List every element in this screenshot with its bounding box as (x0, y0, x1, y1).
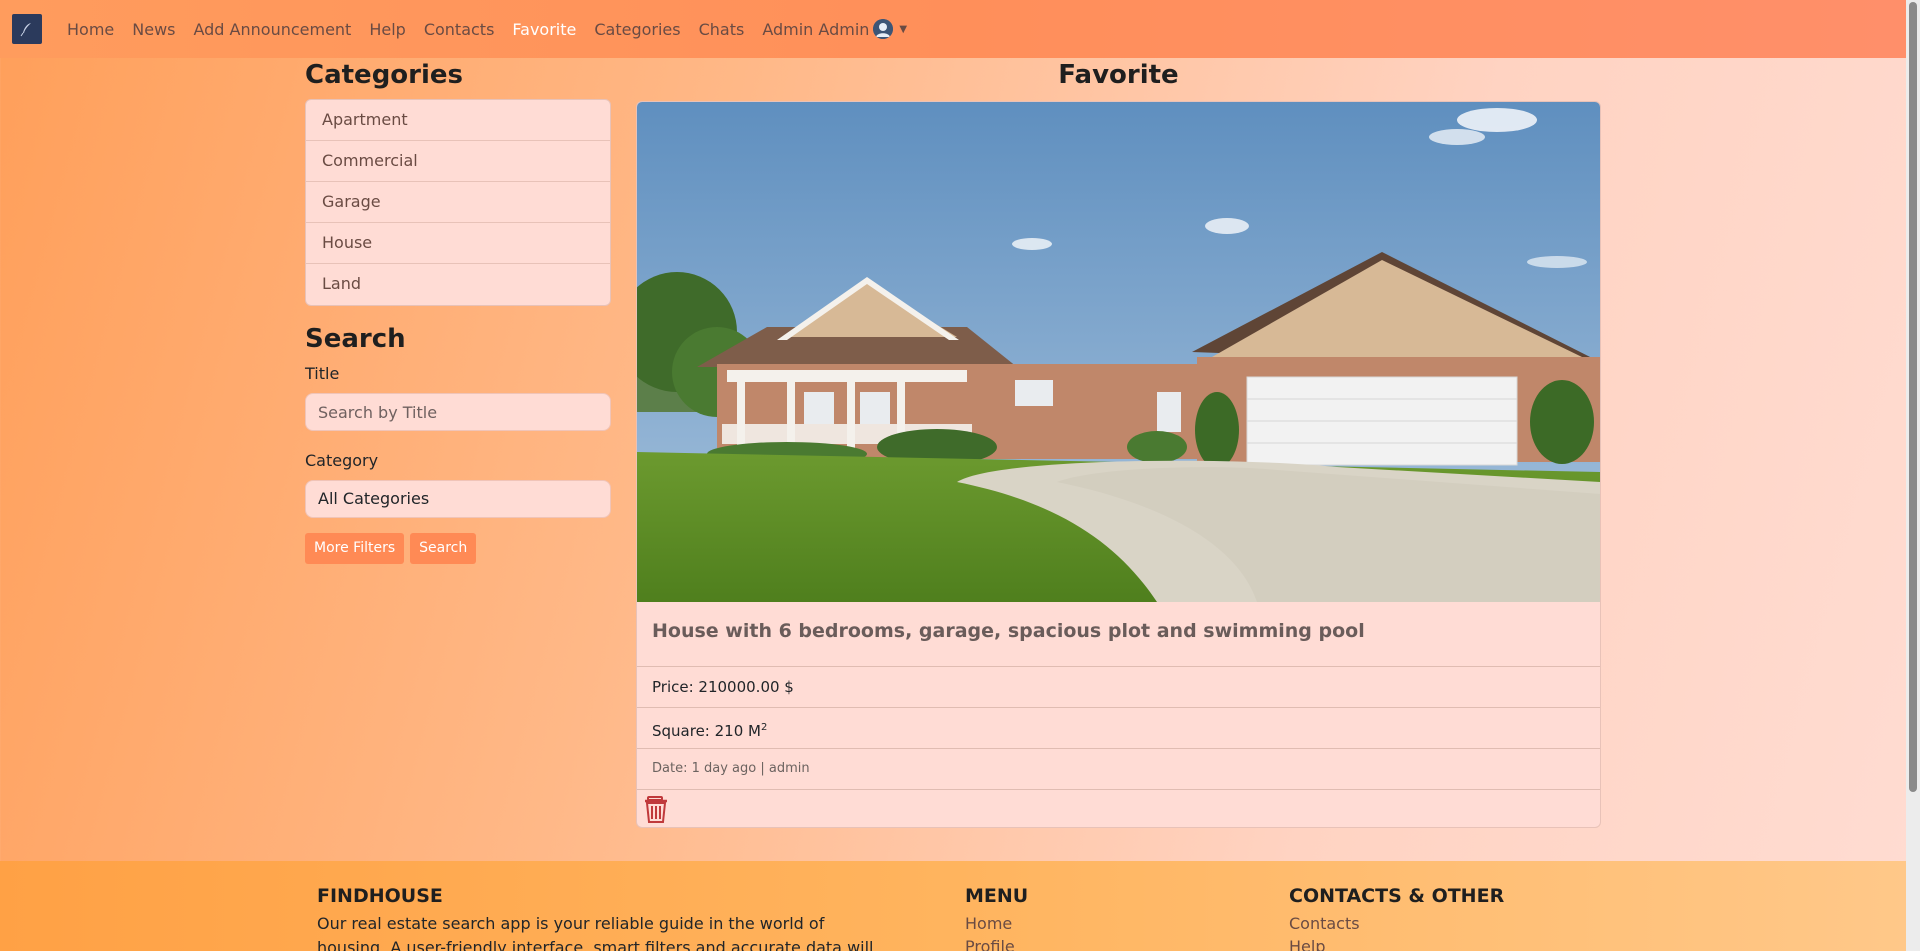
category-label: Category (305, 451, 379, 470)
footer-contacts-heading: CONTACTS & OTHER (1289, 885, 1505, 907)
more-filters-button[interactable]: More Filters (305, 533, 405, 564)
category-item-apartment[interactable]: Apartment (306, 100, 610, 141)
nav-link-chats[interactable]: Chats (699, 20, 745, 39)
search-button[interactable]: Search (410, 533, 477, 564)
footer-link-profile[interactable]: Profile (965, 935, 1028, 951)
category-item-garage[interactable]: Garage (306, 182, 610, 223)
vertical-scrollbar[interactable] (1906, 0, 1920, 951)
footer-brand-heading: FINDHOUSE (317, 885, 443, 907)
listing-price: Price: 210000.00 $ (637, 667, 1600, 708)
page-title: Favorite (1058, 60, 1179, 90)
listing-title[interactable]: House with 6 bedrooms, garage, spacious … (637, 602, 1600, 667)
footer-brand-text: Our real estate search app is your relia… (317, 914, 874, 951)
user-menu-dropdown[interactable]: Admin Admin ▼ (762, 19, 907, 39)
site-footer: FINDHOUSE Our real estate search app is … (0, 861, 1906, 951)
nav-link-categories[interactable]: Categories (594, 20, 680, 39)
scrollbar-thumb[interactable] (1909, 2, 1917, 792)
nav-link-contacts[interactable]: Contacts (424, 20, 495, 39)
footer-link-help[interactable]: Help (1289, 935, 1504, 951)
category-item-land[interactable]: Land (306, 264, 610, 305)
categories-heading: Categories (305, 60, 464, 90)
search-heading: Search (305, 324, 406, 354)
nav-link-help[interactable]: Help (369, 20, 405, 39)
card-footer (637, 790, 1600, 827)
user-name: Admin Admin (762, 19, 870, 39)
filter-buttons: More Filters Search (305, 533, 611, 564)
feather-logo-icon (20, 23, 31, 37)
listing-date: Date: 1 day ago | admin (637, 749, 1600, 790)
category-item-house[interactable]: House (306, 223, 610, 264)
title-search-input[interactable] (305, 393, 611, 431)
brand-logo[interactable] (12, 14, 42, 44)
nav-link-add-announcement[interactable]: Add Announcement (193, 20, 351, 39)
category-select[interactable]: All Categories (305, 480, 611, 518)
listing-square-unit-exponent: 2 (760, 722, 768, 733)
sidebar: Categories Apartment Commercial Garage H… (305, 60, 611, 564)
chevron-down-icon: ▼ (899, 23, 908, 35)
category-item-commercial[interactable]: Commercial (306, 141, 610, 182)
footer-contacts: CONTACTS & OTHER Contacts Help (1289, 885, 1504, 951)
favorite-card: House with 6 bedrooms, garage, spacious … (636, 101, 1601, 828)
footer-menu: MENU Home Profile (965, 885, 1028, 951)
trash-icon[interactable] (642, 794, 670, 824)
listing-square: Square: 210 M2 (637, 708, 1600, 749)
category-list: Apartment Commercial Garage House Land (305, 99, 611, 306)
footer-link-contacts[interactable]: Contacts (1289, 912, 1504, 935)
top-navbar: Home News Add Announcement Help Contacts… (0, 0, 1906, 58)
nav-link-favorite[interactable]: Favorite (512, 20, 576, 39)
footer-about: FINDHOUSE Our real estate search app is … (317, 885, 892, 951)
footer-menu-heading: MENU (965, 885, 1029, 907)
nav-link-home[interactable]: Home (67, 20, 114, 39)
house-photo[interactable] (637, 102, 1600, 602)
title-label: Title (305, 364, 340, 383)
nav-link-news[interactable]: News (132, 20, 175, 39)
footer-link-home[interactable]: Home (965, 912, 1028, 935)
user-avatar-icon (873, 19, 894, 39)
listing-square-text: Square: 210 M (652, 722, 761, 740)
